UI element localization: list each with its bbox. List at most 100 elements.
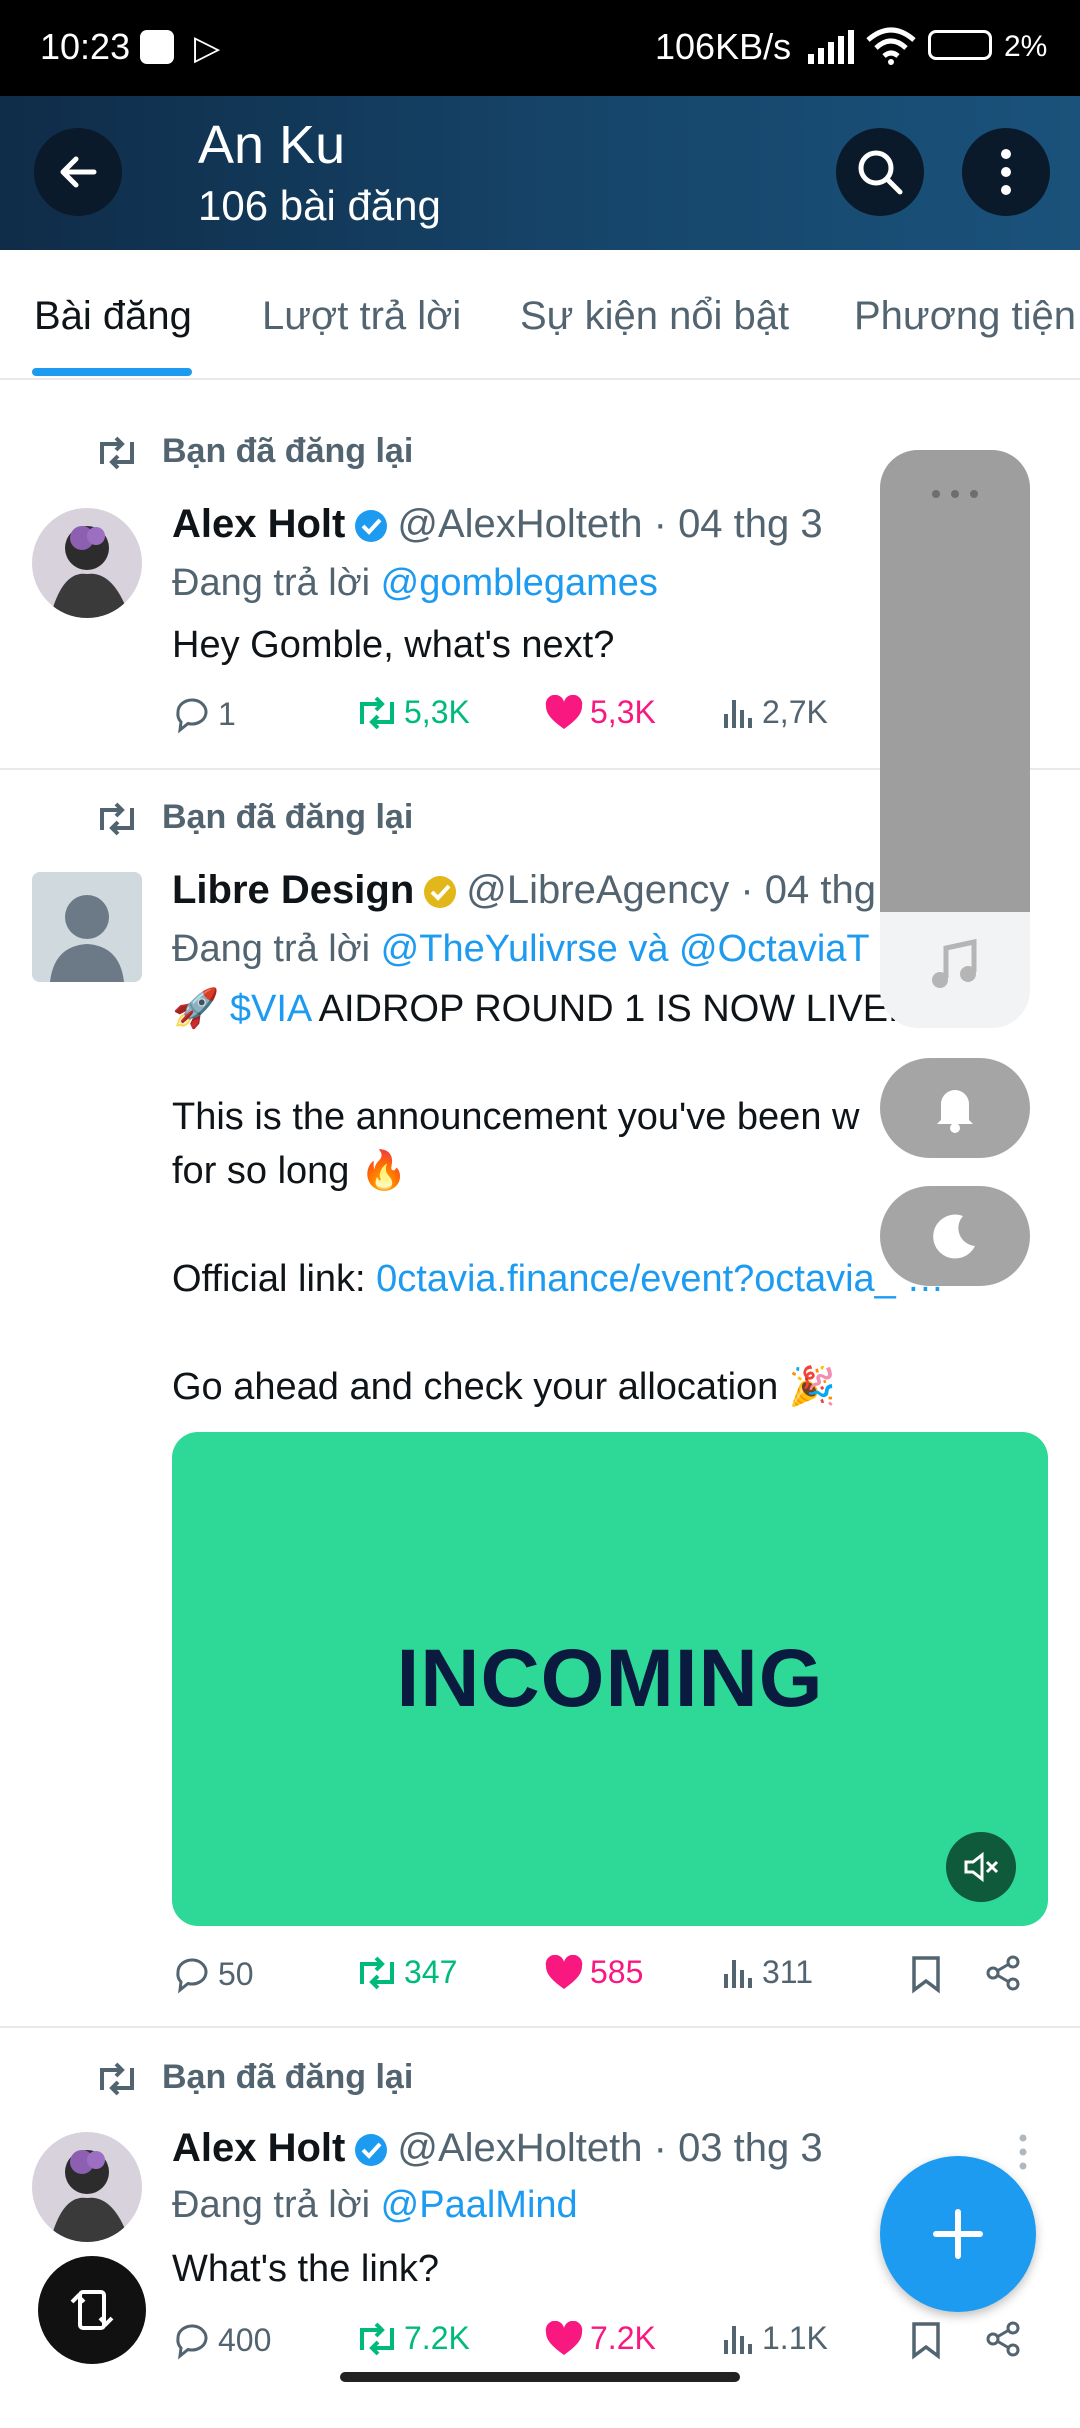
like-button[interactable]: 5,3K bbox=[544, 694, 656, 731]
battery-icon bbox=[928, 30, 992, 60]
author-handle: @AlexHolteth · 03 thg 3 bbox=[397, 2126, 823, 2170]
share-button[interactable] bbox=[984, 1954, 1022, 1992]
views-button[interactable]: 311 bbox=[722, 1954, 813, 1991]
compose-button[interactable] bbox=[880, 2156, 1036, 2312]
analytics-icon bbox=[724, 2325, 752, 2354]
verified-gold-badge-icon bbox=[424, 876, 457, 909]
media-headline: INCOMING bbox=[396, 1633, 824, 1724]
reply-button[interactable]: 1 bbox=[172, 694, 236, 734]
post-text-line: Go ahead and check your allocation 🎉 bbox=[172, 1366, 837, 1408]
repost-icon bbox=[100, 802, 134, 836]
more-vertical-icon bbox=[1001, 149, 1011, 195]
comment-icon bbox=[176, 1958, 208, 1994]
mute-button[interactable] bbox=[946, 1832, 1016, 1902]
post-text: What's the link? bbox=[172, 2248, 440, 2290]
share-icon bbox=[986, 1955, 1020, 1991]
reply-mention-link[interactable]: @TheYulivrse và @OctaviaT bbox=[381, 928, 870, 970]
analytics-icon bbox=[724, 699, 752, 728]
arrow-left-icon bbox=[60, 156, 97, 188]
author-name: Alex Holt bbox=[172, 2126, 346, 2170]
status-time: 10:23 bbox=[40, 26, 131, 67]
bookmark-button[interactable] bbox=[910, 1954, 942, 1994]
share-icon bbox=[986, 2321, 1020, 2357]
post-header: Alex Holt @AlexHolteth · 04 thg 3 bbox=[172, 502, 823, 547]
verified-badge-icon bbox=[355, 2134, 388, 2167]
like-button[interactable]: 7.2K bbox=[544, 2320, 656, 2357]
tab-media[interactable]: Phương tiện bbox=[854, 294, 1076, 339]
post-text-line: Official link: 0ctavia.finance/event?oct… bbox=[172, 1258, 944, 1300]
volume-mute-icon bbox=[964, 1851, 999, 1883]
panel-more-icon[interactable] bbox=[930, 488, 980, 500]
repost-button[interactable]: 7.2K bbox=[356, 2320, 470, 2357]
profile-header: An Ku 106 bài đăng bbox=[0, 96, 1080, 250]
notification-icon bbox=[140, 30, 174, 64]
tab-highlights[interactable]: Sự kiện nổi bật bbox=[520, 294, 789, 339]
search-icon bbox=[858, 150, 903, 195]
repost-icon bbox=[100, 436, 134, 470]
like-button[interactable]: 585 bbox=[544, 1954, 643, 1991]
search-button[interactable] bbox=[836, 128, 924, 216]
reply-button[interactable]: 400 bbox=[172, 2320, 271, 2360]
views-button[interactable]: 2,7K bbox=[722, 694, 828, 731]
network-speed: 106KB/s bbox=[655, 26, 792, 67]
rotate-screen-button[interactable] bbox=[38, 2256, 146, 2364]
author-name: Alex Holt bbox=[172, 502, 346, 546]
ring-volume-button[interactable] bbox=[880, 1058, 1030, 1158]
bookmark-icon bbox=[912, 1956, 940, 1994]
plus-icon bbox=[933, 2209, 983, 2259]
avatar[interactable] bbox=[32, 2132, 142, 2242]
reply-mention-link[interactable]: @PaalMind bbox=[381, 2184, 578, 2226]
avatar[interactable] bbox=[32, 508, 142, 618]
signal-icon bbox=[808, 30, 854, 64]
battery-percent: 2% bbox=[1004, 30, 1048, 63]
tab-replies[interactable]: Lượt trả lời bbox=[262, 294, 461, 339]
dark-mode-button[interactable] bbox=[880, 1186, 1030, 1286]
reply-context: Đang trả lời @gomblegames bbox=[172, 562, 658, 604]
author-name: Libre Design bbox=[172, 868, 415, 912]
reply-mention-link[interactable]: @gomblegames bbox=[381, 562, 658, 604]
comment-icon bbox=[176, 698, 208, 734]
post-header: Alex Holt @AlexHolteth · 03 thg 3 bbox=[172, 2126, 823, 2171]
tab-posts[interactable]: Bài đăng bbox=[34, 294, 192, 339]
gesture-navigation-bar[interactable] bbox=[340, 2372, 740, 2382]
floating-volume-panel[interactable] bbox=[880, 450, 1030, 1028]
post-more-icon[interactable] bbox=[1016, 2132, 1030, 2172]
bookmark-icon bbox=[912, 2322, 940, 2360]
author-handle: @AlexHolteth · 04 thg 3 bbox=[397, 502, 823, 546]
repost-button[interactable]: 5,3K bbox=[356, 694, 470, 731]
post-header: Libre Design @LibreAgency · 04 thg 3 bbox=[172, 868, 909, 913]
music-note-icon bbox=[932, 938, 977, 988]
external-link[interactable]: 0ctavia.finance/event?octavia_ bbox=[376, 1258, 896, 1300]
bookmark-button[interactable] bbox=[910, 2320, 942, 2360]
status-bar: 10:23 ▷ 106KB/s 2% bbox=[0, 0, 1080, 96]
post-count: 106 bài đăng bbox=[198, 182, 441, 229]
post-text-line: This is the announcement you've been w bbox=[172, 1096, 860, 1138]
post-media[interactable]: INCOMING bbox=[172, 1432, 1048, 1926]
repost-icon bbox=[360, 2322, 394, 2355]
post-text-line: 🚀 $VIA AIDROP ROUND 1 IS NOW LIVE. bbox=[172, 988, 899, 1030]
wifi-icon bbox=[866, 27, 916, 65]
reply-button[interactable]: 50 bbox=[172, 1954, 254, 1994]
avatar[interactable] bbox=[32, 872, 142, 982]
repost-button[interactable]: 347 bbox=[356, 1954, 457, 1991]
views-button[interactable]: 1.1K bbox=[722, 2320, 828, 2357]
share-button[interactable] bbox=[984, 2320, 1022, 2358]
reply-context: Đang trả lời @PaalMind bbox=[172, 2184, 578, 2226]
back-button[interactable] bbox=[34, 128, 122, 216]
rotate-icon bbox=[70, 2290, 114, 2330]
repost-label: Bạn đã đăng lại bbox=[96, 2058, 413, 2097]
reply-context: Đang trả lời @TheYulivrse và @OctaviaT bbox=[172, 928, 870, 970]
volume-slider[interactable] bbox=[880, 450, 1030, 912]
post-actions: 50 347 585 311 bbox=[172, 1954, 1032, 2004]
cashtag-link[interactable]: $VIA bbox=[230, 988, 310, 1030]
bell-icon bbox=[937, 1090, 973, 1133]
moon-icon bbox=[933, 1214, 975, 1259]
repost-icon bbox=[100, 2062, 134, 2096]
analytics-icon bbox=[724, 1959, 752, 1988]
heart-icon bbox=[545, 2320, 583, 2355]
comment-icon bbox=[176, 2324, 208, 2360]
profile-name: An Ku bbox=[198, 115, 346, 175]
repost-label: Bạn đã đăng lại bbox=[96, 432, 413, 471]
more-options-button[interactable] bbox=[962, 128, 1050, 216]
post-actions: 400 7.2K 7.2K 1.1K bbox=[172, 2320, 1032, 2370]
